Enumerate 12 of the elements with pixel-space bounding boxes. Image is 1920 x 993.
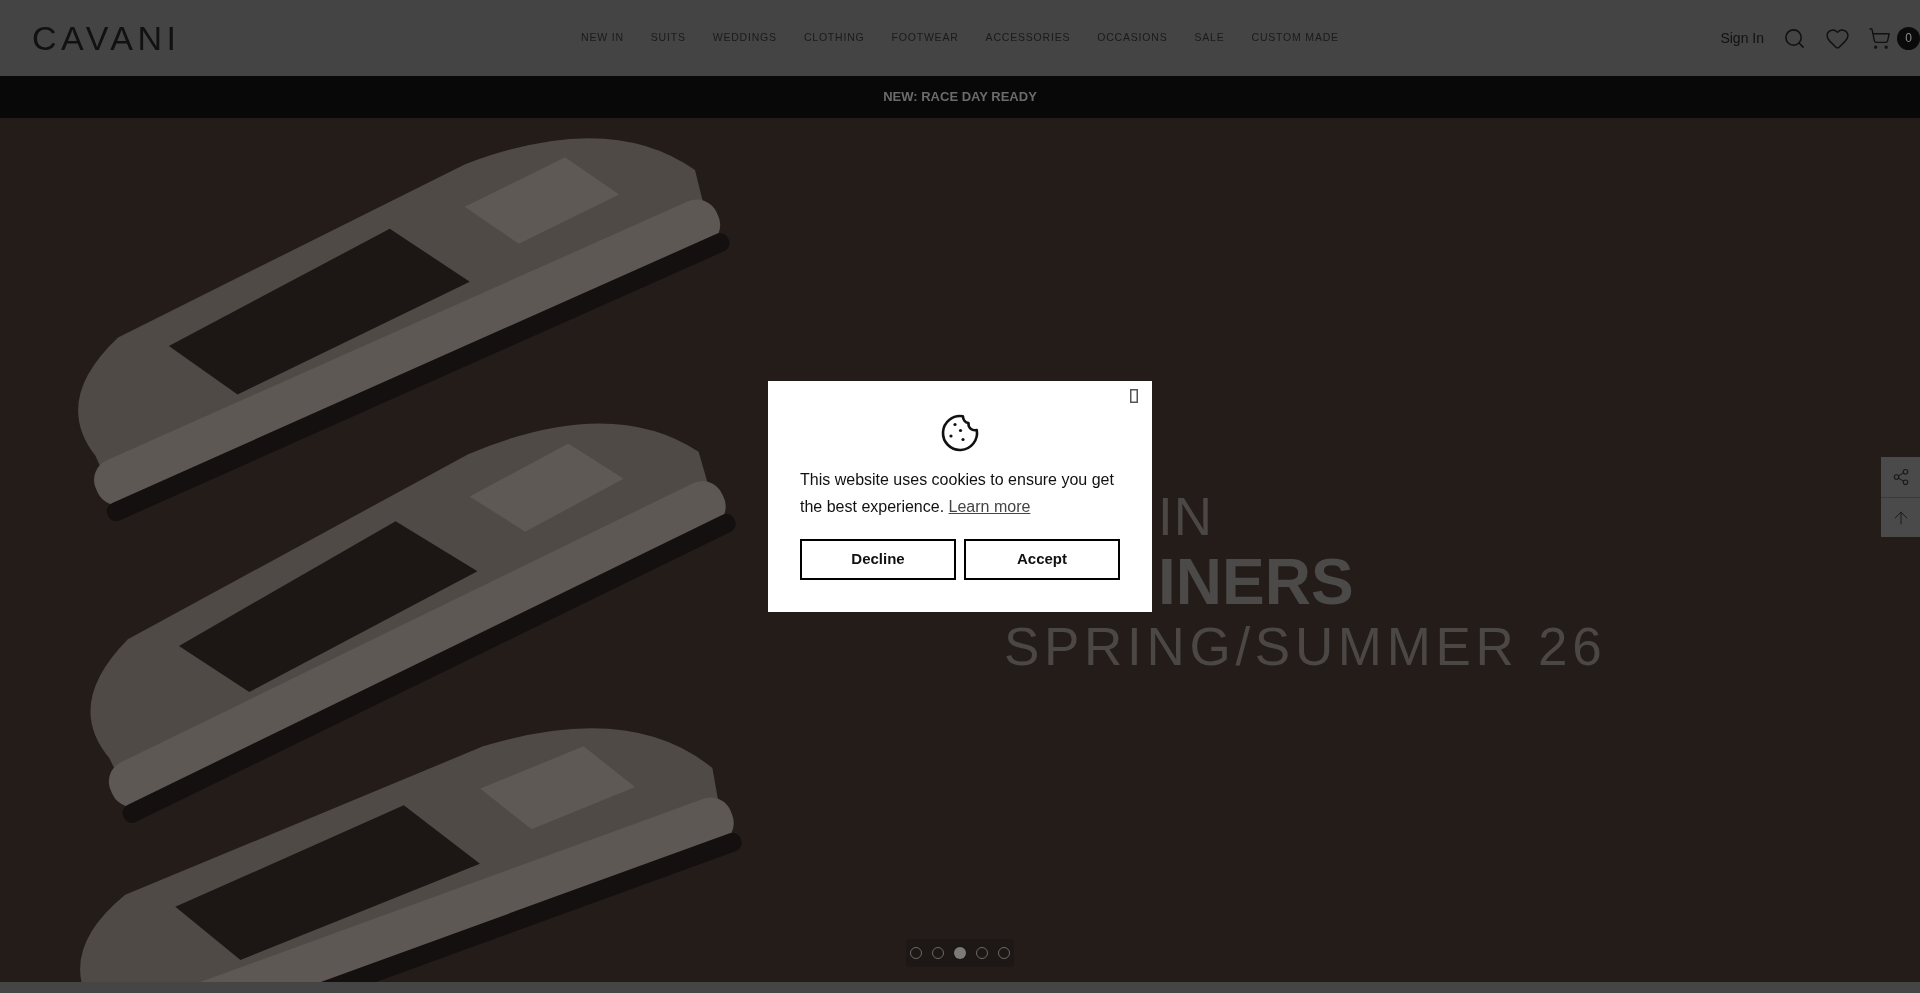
cookie-button[interactable]: Decline <box>800 539 956 580</box>
share-icon <box>1891 468 1910 486</box>
cart-icon[interactable] <box>1868 26 1891 50</box>
close-icon[interactable] <box>1130 389 1138 403</box>
share-button[interactable] <box>1881 457 1920 497</box>
cart-count-badge: 0 <box>1897 26 1920 50</box>
cookie-message: This website uses cookies to ensure you get the best experience. Learn more <box>800 470 1115 517</box>
cookie-icon <box>940 413 980 453</box>
search-icon[interactable] <box>1783 26 1806 50</box>
cookie-button[interactable]: Accept <box>964 539 1120 580</box>
learn-more-link[interactable]: Learn more <box>948 498 1031 515</box>
announcement-text[interactable]: NEW: RACE DAY READY <box>883 87 1037 107</box>
